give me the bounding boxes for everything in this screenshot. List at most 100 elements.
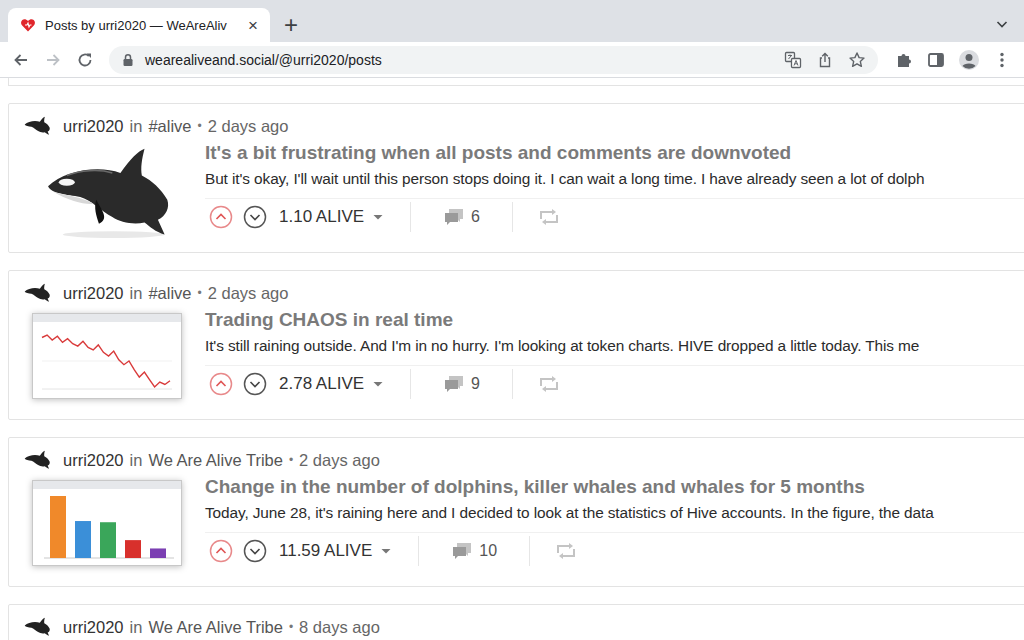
address-bar[interactable]: wearealiveand.social/@urri2020/posts [109, 46, 878, 74]
post-author[interactable]: urri2020 [63, 284, 124, 303]
post-thumbnail[interactable] [25, 140, 189, 240]
caret-down-icon[interactable] [372, 378, 384, 390]
chart-screenshot[interactable] [32, 313, 182, 399]
url-text: wearealiveand.social/@urri2020/posts [145, 52, 382, 68]
post-author[interactable]: urri2020 [63, 451, 124, 470]
post-payout[interactable]: 11.59 ALIVE [279, 541, 372, 561]
post-community[interactable]: We Are Alive Tribe [148, 618, 283, 637]
upvote-icon[interactable] [209, 539, 233, 563]
browser-toolbar: wearealiveand.social/@urri2020/posts [0, 42, 1024, 78]
reblog-icon[interactable] [539, 375, 559, 393]
forward-arrow-icon[interactable] [43, 50, 63, 70]
post-header: urri2020 in We Are Alive Tribe • 2 days ago [9, 446, 1024, 474]
comments-count: 9 [471, 375, 480, 393]
chart-bar [150, 548, 166, 558]
back-arrow-icon[interactable] [11, 50, 31, 70]
post-card[interactable]: urri2020 in We Are Alive Tribe • 8 days ago [8, 604, 1024, 640]
separator-dot: • [198, 119, 202, 133]
post-actions: 2.78 ALIVE 9 [205, 366, 1024, 402]
post-thumbnail[interactable] [25, 474, 189, 569]
bar-chart-screenshot[interactable] [32, 480, 182, 566]
comments-count: 10 [479, 542, 497, 560]
post-header: urri2020 in #alive • 2 days ago [9, 112, 1024, 140]
in-label: in [130, 618, 143, 637]
post-header: urri2020 in We Are Alive Tribe • 8 days ago [9, 613, 1024, 640]
in-label: in [130, 117, 143, 136]
star-icon[interactable] [848, 51, 866, 69]
separator-dot: • [289, 453, 293, 467]
share-icon[interactable] [816, 51, 834, 69]
post-actions: 11.59 ALIVE 10 [205, 533, 1024, 569]
reblog-icon[interactable] [539, 208, 559, 226]
post-time: 2 days ago [299, 451, 380, 470]
menu-kebab-icon[interactable] [992, 50, 1012, 70]
side-panel-icon[interactable] [926, 50, 946, 70]
chart-bar [125, 540, 141, 558]
post-card[interactable]: urri2020 in #alive • 2 days ago Trading CHAOS… [8, 270, 1024, 420]
post-time: 2 days ago [208, 117, 289, 136]
chevron-down-icon[interactable] [994, 16, 1010, 32]
post-actions: 1.10 ALIVE 6 [205, 199, 1024, 235]
comments-button[interactable]: 6 [437, 207, 486, 227]
profile-icon[interactable] [958, 49, 980, 71]
post-community[interactable]: #alive [148, 117, 191, 136]
post-payout[interactable]: 2.78 ALIVE [279, 374, 364, 394]
post-card[interactable]: urri2020 in #alive • 2 days ago It's a bit fr… [8, 103, 1024, 253]
chart-bar [100, 522, 116, 558]
lock-icon [121, 53, 135, 67]
extensions-puzzle-icon[interactable] [894, 50, 914, 70]
comments-icon [443, 374, 465, 394]
post-card[interactable]: urri2020 in We Are Alive Tribe • 2 days ago C… [8, 437, 1024, 587]
previous-post-card [8, 78, 1024, 86]
post-author[interactable]: urri2020 [63, 117, 124, 136]
post-excerpt[interactable]: Today, June 28, it's raining here and I … [205, 500, 1024, 533]
translate-icon[interactable] [784, 51, 802, 69]
post-payout[interactable]: 1.10 ALIVE [279, 207, 364, 227]
downvote-icon[interactable] [243, 372, 267, 396]
tab-title: Posts by urri2020 — WeAreAliv [45, 18, 237, 33]
post-title[interactable]: Change in the number of dolphins, killer… [205, 474, 1024, 500]
orca-picture[interactable] [40, 146, 174, 240]
heart-icon [20, 17, 36, 33]
comments-button[interactable]: 10 [445, 541, 503, 561]
comments-icon [451, 541, 473, 561]
upvote-icon[interactable] [209, 372, 233, 396]
browser-tab[interactable]: Posts by urri2020 — WeAreAliv × [8, 8, 270, 42]
separator-dot: • [198, 286, 202, 300]
browser-window: Posts by urri2020 — WeAreAliv × + wearealiv… [0, 0, 1024, 640]
reload-icon[interactable] [75, 50, 95, 70]
post-community[interactable]: We Are Alive Tribe [148, 451, 283, 470]
post-excerpt[interactable]: It's still raining outside. And I'm in n… [205, 333, 1024, 366]
caret-down-icon[interactable] [380, 545, 392, 557]
chart-bar [50, 496, 66, 558]
separator-dot: • [289, 620, 293, 634]
upvote-icon[interactable] [209, 205, 233, 229]
orca-avatar-icon[interactable] [23, 283, 51, 303]
reblog-icon[interactable] [556, 542, 576, 560]
in-label: in [130, 451, 143, 470]
post-header: urri2020 in #alive • 2 days ago [9, 279, 1024, 307]
comments-count: 6 [471, 208, 480, 226]
downvote-icon[interactable] [243, 205, 267, 229]
chart-bar [75, 521, 91, 558]
orca-avatar-icon[interactable] [23, 450, 51, 470]
post-thumbnail[interactable] [25, 307, 189, 402]
post-time: 2 days ago [208, 284, 289, 303]
post-community[interactable]: #alive [148, 284, 191, 303]
post-author[interactable]: urri2020 [63, 618, 124, 637]
orca-avatar-icon[interactable] [23, 116, 51, 136]
caret-down-icon[interactable] [372, 211, 384, 223]
post-excerpt[interactable]: But it's okay, I'll wait until this pers… [205, 166, 1024, 199]
new-tab-button[interactable]: + [284, 8, 298, 42]
tab-strip: Posts by urri2020 — WeAreAliv × + [0, 0, 1024, 42]
post-title[interactable]: It's a bit frustrating when all posts an… [205, 140, 1024, 166]
post-time: 8 days ago [299, 618, 380, 637]
post-title[interactable]: Trading CHAOS in real time [205, 307, 1024, 333]
orca-avatar-icon[interactable] [23, 617, 51, 637]
in-label: in [130, 284, 143, 303]
downvote-icon[interactable] [243, 539, 267, 563]
tab-close-button[interactable]: × [246, 17, 260, 34]
comments-button[interactable]: 9 [437, 374, 486, 394]
post-feed: urri2020 in #alive • 2 days ago It's a bit fr… [0, 78, 1024, 640]
comments-icon [443, 207, 465, 227]
